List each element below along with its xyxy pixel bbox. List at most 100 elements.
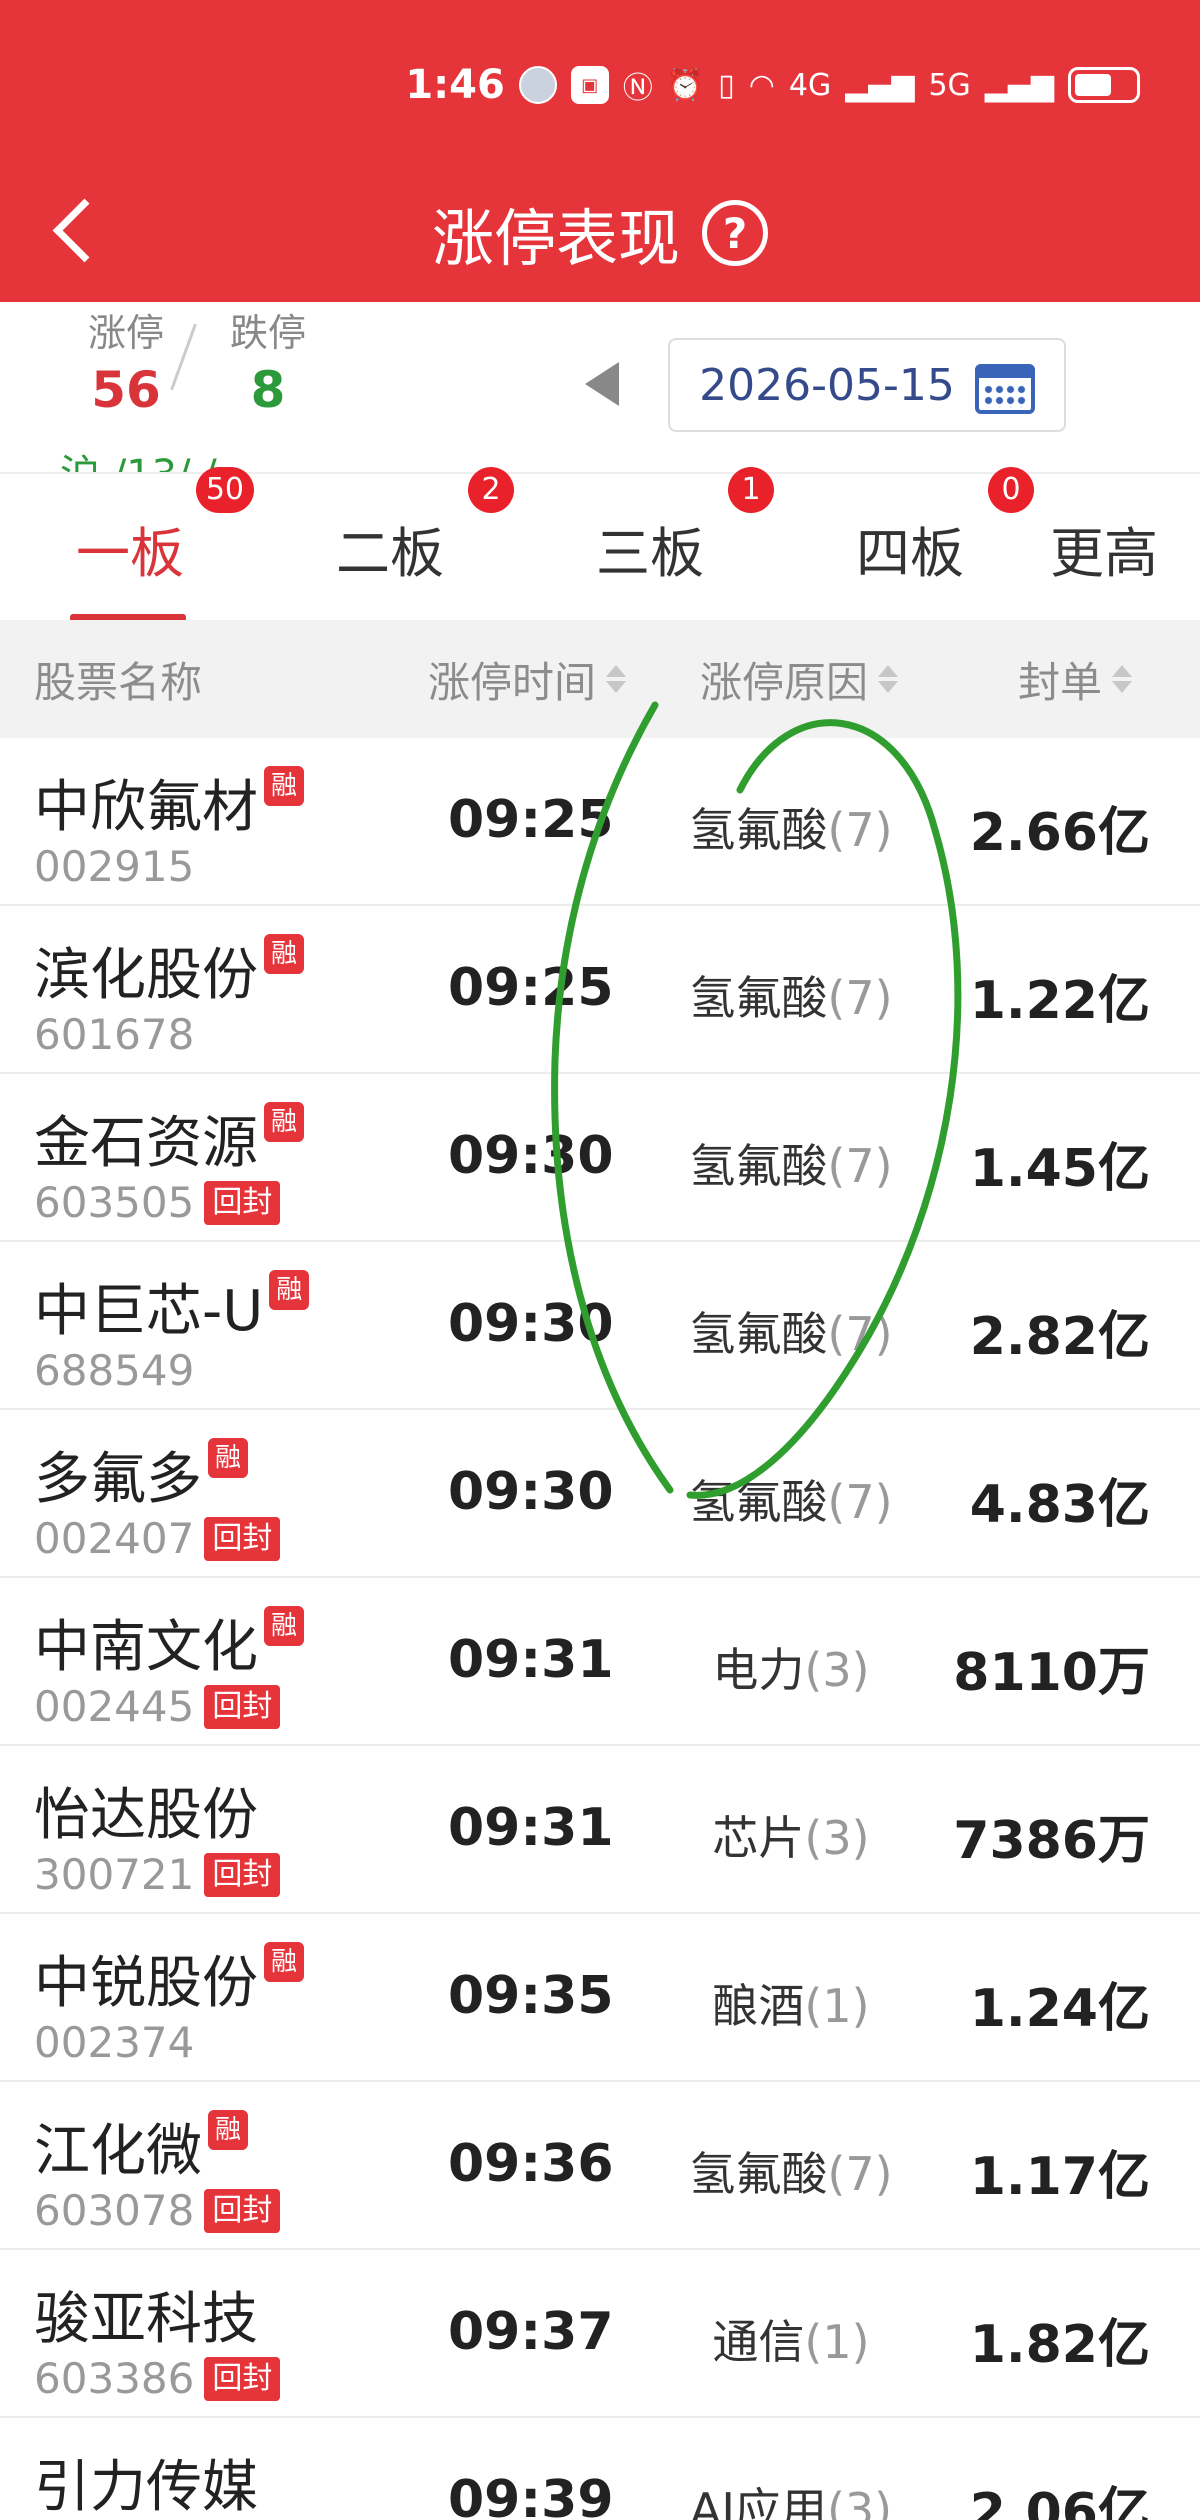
status-time: 1:46 <box>405 62 505 108</box>
margin-tag: 融 <box>264 1942 304 1982</box>
stock-code: 300721 回封 <box>34 1850 281 1899</box>
limit-up-reason: 氢氟酸(7) <box>689 803 893 857</box>
stock-code: 603505 回封 <box>34 1178 281 1227</box>
limit-up-reason: AI应用(3) <box>689 2483 893 2520</box>
limit-up-time: 09:35 <box>448 1966 614 2026</box>
seal-amount: 1.24亿 <box>969 1979 1150 2039</box>
limit-up-reason: 氢氟酸(7) <box>689 1475 893 1529</box>
date-picker[interactable]: 2026-05-15 <box>668 338 1066 432</box>
prev-date-icon[interactable] <box>585 362 619 406</box>
nfc-icon: Ⓝ <box>622 71 653 106</box>
limit-up-time: 09:36 <box>448 2134 614 2194</box>
table-row[interactable]: 中巨芯-U 融 688549 09:30 氢氟酸(7) 2.82亿 <box>0 1242 1200 1410</box>
seal-amount: 7386万 <box>953 1811 1150 1871</box>
margin-tag: 融 <box>264 766 304 806</box>
limit-up-label: 涨停 <box>88 311 165 355</box>
calendar-icon <box>974 356 1035 414</box>
tab-badge: 0 <box>988 466 1034 513</box>
limit-up-reason: 氢氟酸(7) <box>689 2147 893 2201</box>
stock-code: 601678 <box>34 1010 195 1059</box>
stock-name-cell: 江化微融 <box>34 2106 248 2187</box>
limit-up-time: 09:25 <box>448 790 614 850</box>
tab-label: 三板 <box>596 521 704 585</box>
table-row[interactable]: 中南文化融 002445 回封 09:31 电力(3) 8110万 <box>0 1578 1200 1746</box>
tab-third-board[interactable]: 三板 1 <box>520 466 780 622</box>
app-notification-icon: ▣ <box>570 66 609 104</box>
question-circle-icon[interactable]: ? <box>702 200 768 266</box>
stock-list: 中欣氟材融 002915 09:25 氢氟酸(7) 2.66亿 滨化股份融 60… <box>0 738 1200 2520</box>
table-row[interactable]: 中锐股份融 002374 09:35 酿酒(1) 1.24亿 <box>0 1914 1200 2082</box>
tab-label: 四板 <box>856 521 964 585</box>
tab-label: 一板 <box>76 521 184 585</box>
column-header-amount[interactable]: 封单 <box>1018 649 1133 710</box>
tab-badge: 1 <box>728 466 774 513</box>
limit-down-label: 跌停 <box>230 311 307 355</box>
table-row[interactable]: 引力传媒 09:39 AI应用(3) 2.06亿 <box>0 2418 1200 2520</box>
signal-icon: ▂▄▆ <box>984 67 1054 103</box>
limit-up-reason: 通信(1) <box>712 2315 870 2369</box>
sort-icon <box>878 665 899 693</box>
stock-name-cell: 中欣氟材融 <box>34 762 304 843</box>
margin-tag: 融 <box>208 1438 248 1478</box>
stock-code: 002407 回封 <box>34 1514 281 1563</box>
seal-amount: 1.22亿 <box>969 971 1150 1031</box>
seal-amount: 2.06亿 <box>969 2483 1150 2520</box>
tab-label: 二板 <box>336 521 444 585</box>
seal-amount: 8110万 <box>953 1643 1150 1703</box>
limit-up-reason: 酿酒(1) <box>712 1979 870 2033</box>
limit-up-reason: 氢氟酸(7) <box>689 1139 893 1193</box>
vibrate-icon: ▯ <box>718 67 735 103</box>
reseal-tag: 回封 <box>204 1852 281 1897</box>
stock-code: 002374 <box>34 2018 195 2067</box>
app-header: 1:46 ▣ Ⓝ ⏰ ▯ ◠ 4G ▂▄▆ 5G ▂▄▆ 涨停表现 ? <box>0 0 1200 302</box>
signal-4g-label: 4G <box>788 67 832 103</box>
table-row[interactable]: 江化微融 603078 回封 09:36 氢氟酸(7) 1.17亿 <box>0 2082 1200 2250</box>
tab-higher-board[interactable]: 更高 <box>1040 474 1200 622</box>
limit-up-reason: 电力(3) <box>712 1643 870 1697</box>
stock-name-cell: 中南文化融 <box>34 1602 304 1683</box>
limit-up-time: 09:25 <box>448 958 614 1018</box>
limit-summary: 涨停 56 跌停 8 沪 /13/ / 2026-05-15 <box>0 302 1200 472</box>
sort-icon <box>606 665 627 693</box>
battery-icon <box>1068 67 1140 103</box>
column-header-time[interactable]: 涨停时间 <box>428 649 627 710</box>
limit-up-reason: 芯片(3) <box>712 1811 870 1865</box>
reseal-tag: 回封 <box>204 1684 281 1729</box>
seal-amount: 2.82亿 <box>969 1307 1150 1367</box>
stock-code: 688549 <box>34 1346 195 1395</box>
stock-name-cell: 怡达股份 <box>34 1783 258 1848</box>
margin-tag: 融 <box>264 1606 304 1646</box>
table-row[interactable]: 滨化股份融 601678 09:25 氢氟酸(7) 1.22亿 <box>0 906 1200 1074</box>
divider <box>170 323 197 391</box>
market-peek-text: 沪 /13/ / <box>60 442 217 472</box>
table-row[interactable]: 金石资源融 603505 回封 09:30 氢氟酸(7) 1.45亿 <box>0 1074 1200 1242</box>
column-header-reason[interactable]: 涨停原因 <box>700 649 899 710</box>
table-header: 股票名称 涨停时间 涨停原因 封单 <box>0 620 1200 738</box>
table-row[interactable]: 多氟多融 002407 回封 09:30 氢氟酸(7) 4.83亿 <box>0 1410 1200 1578</box>
table-row[interactable]: 中欣氟材融 002915 09:25 氢氟酸(7) 2.66亿 <box>0 738 1200 906</box>
reseal-tag: 回封 <box>204 2188 281 2233</box>
signal-icon: ▂▄▆ <box>845 67 915 103</box>
tab-second-board[interactable]: 二板 2 <box>260 466 520 622</box>
tab-badge: 50 <box>195 466 254 513</box>
margin-tag: 融 <box>208 2110 248 2150</box>
table-row[interactable]: 怡达股份 300721 回封 09:31 芯片(3) 7386万 <box>0 1746 1200 1914</box>
stock-name-cell: 中巨芯-U 融 <box>34 1266 310 1347</box>
margin-tag: 融 <box>264 934 304 974</box>
reseal-tag: 回封 <box>204 1516 281 1561</box>
tab-fourth-board[interactable]: 四板 0 <box>780 466 1040 622</box>
tab-first-board[interactable]: 一板 50 <box>0 466 260 622</box>
stock-code: 603386 回封 <box>34 2354 281 2403</box>
limit-up-reason: 氢氟酸(7) <box>689 971 893 1025</box>
seal-amount: 4.83亿 <box>969 1475 1150 1535</box>
tab-label: 更高 <box>1050 521 1158 585</box>
table-row[interactable]: 骏亚科技 603386 回封 09:37 通信(1) 1.82亿 <box>0 2250 1200 2418</box>
limit-down-count: 8 <box>250 361 286 419</box>
stock-name-cell: 多氟多融 <box>34 1434 248 1515</box>
seal-amount: 1.82亿 <box>969 2315 1150 2375</box>
limit-up-reason: 氢氟酸(7) <box>689 1307 893 1361</box>
limit-up-time: 09:31 <box>448 1798 614 1858</box>
status-icons: Ⓝ ⏰ ▯ ◠ 4G ▂▄▆ 5G ▂▄▆ <box>623 63 1054 107</box>
selected-date: 2026-05-15 <box>699 359 955 411</box>
stock-code: 603078 回封 <box>34 2186 281 2235</box>
